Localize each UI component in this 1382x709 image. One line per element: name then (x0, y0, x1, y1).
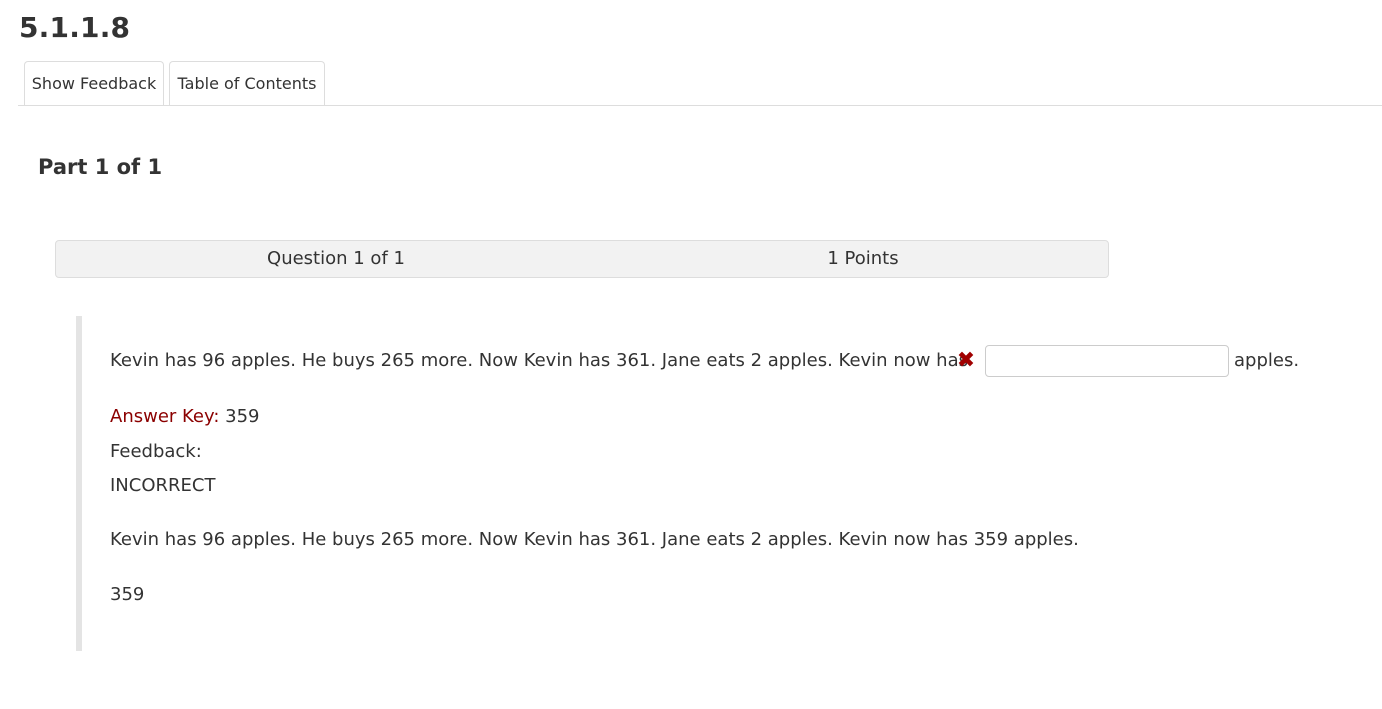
answer-input[interactable] (985, 345, 1229, 377)
answer-unit-text: apples. (1234, 350, 1300, 371)
question-header-bar: Question 1 of 1 1 Points (55, 240, 1109, 278)
answer-key-line: Answer Key: 359 (110, 404, 260, 430)
question-prompt: Kevin has 96 apples. He buys 265 more. N… (110, 350, 968, 371)
tab-bar: Show Feedback Table of Contents (18, 61, 1382, 106)
question-count: Question 1 of 1 (267, 248, 405, 269)
feedback-explanation: Kevin has 96 apples. He buys 265 more. N… (110, 529, 1079, 550)
feedback-label: Feedback: (110, 441, 202, 462)
feedback-result: INCORRECT (110, 475, 216, 496)
show-feedback-tab[interactable]: Show Feedback (24, 61, 164, 105)
incorrect-x-icon: ✖ (956, 348, 976, 373)
question-answer-block: Kevin has 96 apples. He buys 265 more. N… (76, 316, 1382, 651)
answer-key-label: Answer Key: (110, 406, 220, 427)
feedback-final-answer: 359 (110, 584, 145, 605)
table-of-contents-tab[interactable]: Table of Contents (169, 61, 325, 105)
question-points: 1 Points (827, 248, 899, 269)
part-title: Part 1 of 1 (38, 155, 163, 179)
answer-key-value: 359 (225, 406, 260, 427)
page-title: 5.1.1.8 (19, 11, 131, 44)
